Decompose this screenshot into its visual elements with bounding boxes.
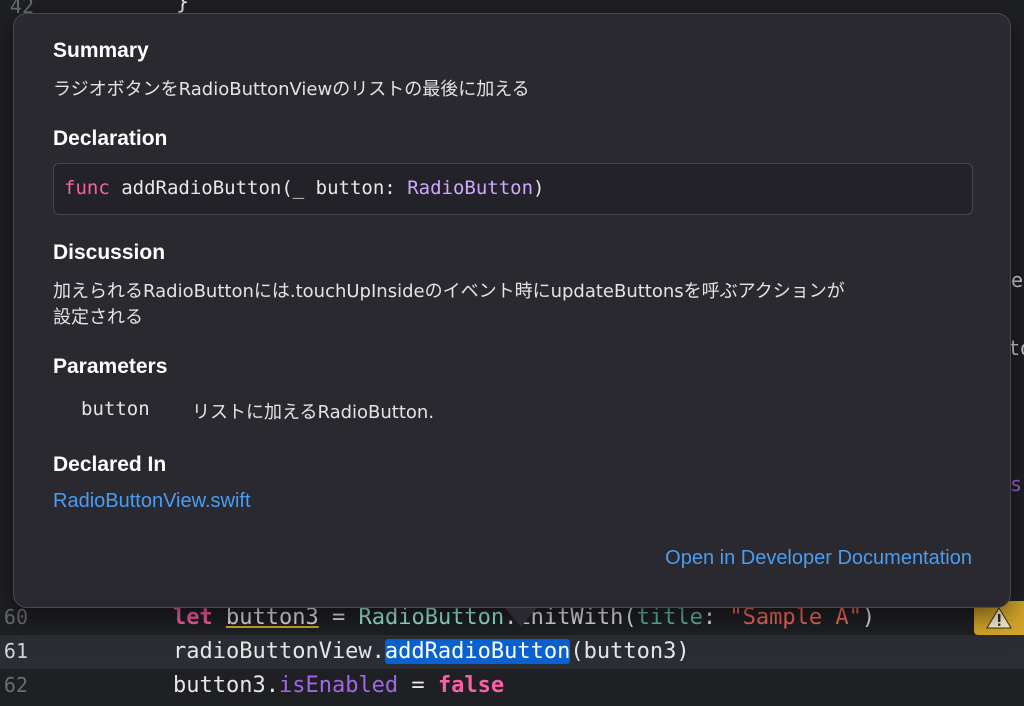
- bool-literal: false: [437, 673, 505, 698]
- param-type: RadioButton: [407, 177, 534, 199]
- close-paren: ): [533, 177, 545, 199]
- line-number: 62: [3, 673, 28, 697]
- variable-name: button3: [226, 605, 319, 630]
- line-number: 60: [3, 605, 28, 629]
- parameter-description: リストに加えるRadioButton.: [192, 402, 435, 423]
- discussion-heading: Discussion: [53, 241, 166, 264]
- property-name: isEnabled: [278, 673, 399, 698]
- code-fragment: e: [1011, 268, 1024, 292]
- popover-arrow: [505, 608, 537, 627]
- line-number: 61: [3, 639, 28, 663]
- operator: =: [398, 673, 438, 698]
- code-line-content: radioButtonView.addRadioButton(button3): [173, 635, 690, 669]
- colon: :: [702, 605, 730, 630]
- func-keyword: func: [64, 177, 110, 199]
- summary-text: ラジオボタンをRadioButtonViewのリストの最後に加える: [53, 79, 530, 100]
- receiver: button3.: [173, 673, 279, 698]
- type-name: RadioButton: [358, 605, 505, 630]
- declared-in-heading: Declared In: [53, 453, 167, 476]
- string-literal: "Sample A": [729, 605, 862, 630]
- close-paren: ): [861, 605, 876, 630]
- parameter-name: button: [81, 398, 150, 420]
- declared-in-file-link[interactable]: RadioButtonView.swift: [53, 490, 251, 513]
- quick-help-popover: Summary ラジオボタンをRadioButtonViewのリストの最後に加え…: [13, 13, 1011, 627]
- parameters-heading: Parameters: [53, 355, 168, 378]
- warning-triangle-icon: [986, 607, 1012, 629]
- receiver: radioButtonView.: [173, 639, 385, 664]
- code-line-61[interactable]: 61 radioButtonView.addRadioButton(button…: [0, 635, 1024, 669]
- keyword-let: let: [173, 605, 213, 630]
- code-line-62[interactable]: 62 button3.isEnabled = false: [0, 669, 1024, 703]
- declaration-code: func addRadioButton(_ button: RadioButto…: [53, 163, 973, 215]
- declaration-heading: Declaration: [53, 127, 168, 150]
- selected-method-name[interactable]: addRadioButton: [384, 639, 571, 664]
- summary-heading: Summary: [53, 39, 149, 62]
- param-label: title: [636, 605, 703, 630]
- discussion-line-1: 加えられるRadioButtonには.touchUpInsideのイベント時にu…: [53, 281, 845, 302]
- operator: =: [318, 605, 359, 630]
- code-line-content: button3.isEnabled = false: [173, 669, 504, 703]
- code-fragment: s: [1010, 472, 1023, 496]
- open-developer-documentation-link[interactable]: Open in Developer Documentation: [665, 547, 972, 570]
- discussion-line-2: 設定される: [53, 307, 143, 328]
- call-args: (button3): [570, 639, 690, 664]
- function-signature: addRadioButton(_ button:: [109, 177, 408, 199]
